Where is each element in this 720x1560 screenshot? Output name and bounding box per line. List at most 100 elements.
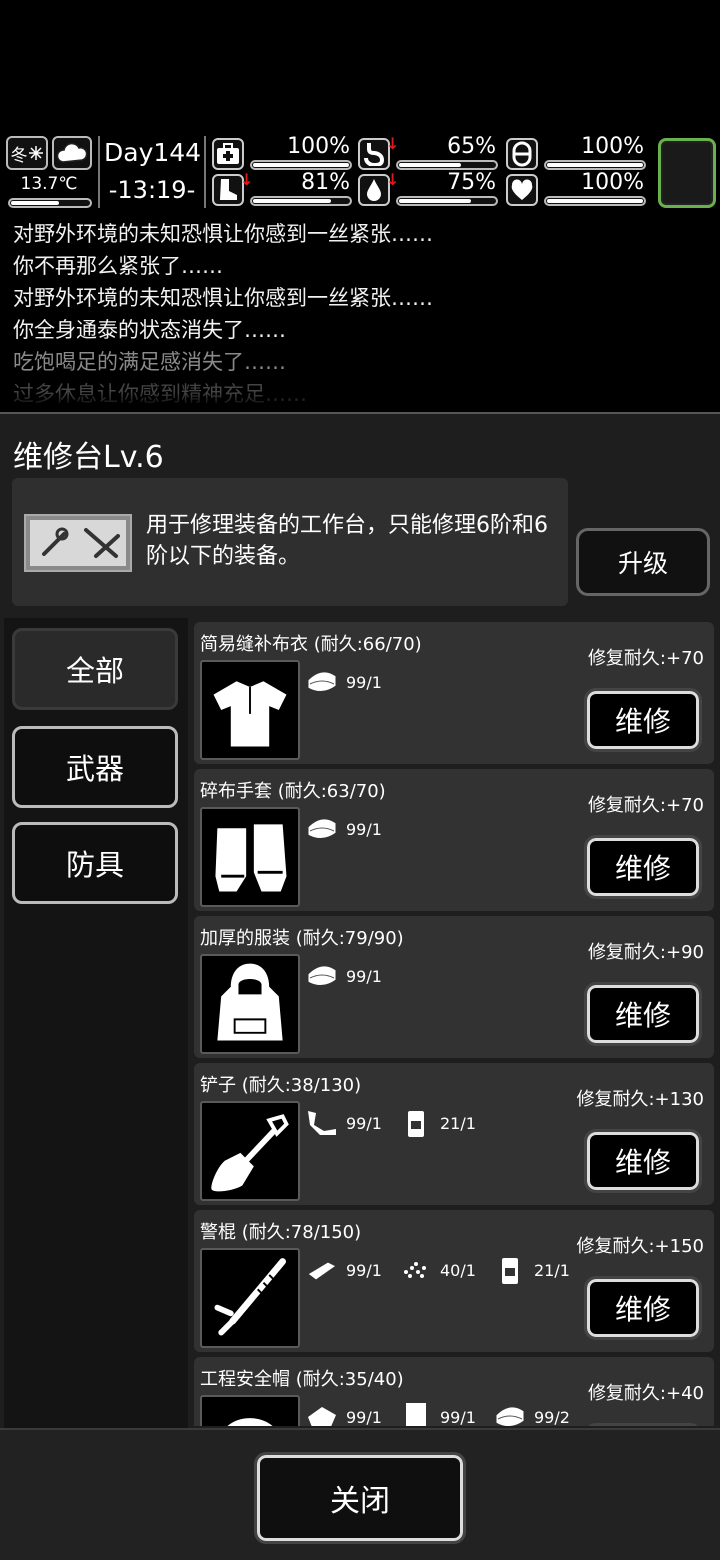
material-count: 99/1 bbox=[346, 672, 382, 692]
repair-button[interactable]: 维修 bbox=[584, 1423, 702, 1426]
material-count: 99/1 bbox=[346, 1407, 382, 1427]
stat-value: 100% bbox=[581, 170, 644, 195]
leather-icon bbox=[308, 1407, 336, 1426]
divider bbox=[204, 136, 206, 208]
stat-health: 100% bbox=[212, 134, 352, 170]
tab-weapons[interactable]: 武器 bbox=[12, 726, 178, 808]
repair-amount: 修复耐久:+70 bbox=[587, 648, 704, 669]
material-count: 99/1 bbox=[346, 819, 382, 839]
repair-item-card: 警棍 (耐久:78/150) 99/1 40/1 21/1 修复耐久:+150 bbox=[194, 1210, 714, 1352]
repair-amount: 修复耐久:+40 bbox=[587, 1383, 704, 1404]
material: 99/1 bbox=[304, 960, 382, 992]
stat-bar-fill bbox=[399, 199, 471, 203]
material: 99/2 bbox=[492, 1401, 570, 1426]
repair-amount: 修复耐久:+150 bbox=[576, 1236, 704, 1257]
material: 99/1 bbox=[304, 1254, 382, 1286]
gloves-icon bbox=[200, 807, 300, 907]
oil-can-icon bbox=[408, 1111, 424, 1137]
stat-value: 65% bbox=[447, 134, 496, 159]
stat-thirst: ↓ 75% bbox=[358, 170, 498, 206]
cloth-icon bbox=[307, 965, 337, 986]
stat-bar-fill bbox=[547, 163, 643, 167]
stat-value: 100% bbox=[581, 134, 644, 159]
status-hud: 冬 13.7℃ Day144 -13:19- 100% ↓ 65% 100% ↓… bbox=[0, 132, 720, 212]
item-name: 碎布手套 (耐久:63/70) bbox=[200, 781, 386, 802]
temperature-bar bbox=[8, 198, 92, 208]
item-name: 警棍 (耐久:78/150) bbox=[200, 1222, 362, 1243]
baton-icon bbox=[200, 1248, 300, 1348]
material-count: 40/1 bbox=[440, 1260, 476, 1280]
stat-bar-fill bbox=[253, 199, 331, 203]
cloth-icon bbox=[307, 818, 337, 839]
equipped-slot[interactable] bbox=[658, 138, 716, 208]
bench-description: 用于修理装备的工作台，只能修理6阶和6阶以下的装备。 bbox=[146, 513, 548, 569]
workbench-icon bbox=[24, 514, 132, 572]
temperature-bar-fill bbox=[11, 201, 59, 205]
panel-footer: 关闭 bbox=[0, 1428, 720, 1560]
shovel-icon bbox=[200, 1101, 300, 1201]
stat-stamina: ↓ 81% bbox=[212, 170, 352, 206]
stat-bar-fill bbox=[547, 199, 643, 203]
repair-button[interactable]: 维修 bbox=[584, 688, 702, 752]
scrap-icon bbox=[404, 1262, 426, 1278]
stat-bar bbox=[396, 160, 498, 170]
divider bbox=[98, 136, 100, 208]
whetstone-icon bbox=[307, 1261, 337, 1281]
stat-hunger: ↓ 65% bbox=[358, 134, 498, 170]
repair-button[interactable]: 维修 bbox=[584, 982, 702, 1046]
stat-value: 100% bbox=[287, 134, 350, 159]
log-line: 对野外环境的未知恐惧让你感到一丝紧张…… bbox=[13, 286, 433, 310]
material-count: 21/1 bbox=[440, 1113, 476, 1133]
log-fade bbox=[0, 392, 720, 408]
close-button[interactable]: 关闭 bbox=[254, 1452, 466, 1544]
season-label: 冬 bbox=[10, 145, 28, 166]
stat-value: 81% bbox=[301, 170, 350, 195]
heart-icon bbox=[506, 174, 538, 206]
material: 21/1 bbox=[492, 1254, 570, 1286]
repair-item-card: 加厚的服装 (耐久:79/90) 99/1 修复耐久:+90 维修 bbox=[194, 916, 714, 1058]
repair-amount: 修复耐久:+70 bbox=[587, 795, 704, 816]
material: 99/1 bbox=[304, 666, 382, 698]
repair-item-card: 工程安全帽 (耐久:35/40) 99/1 99/1 99/2 修复耐久:+40 bbox=[194, 1357, 714, 1426]
season-indicator: 冬 bbox=[6, 136, 48, 170]
falling-arrow-icon: ↓ bbox=[240, 170, 254, 189]
repair-button[interactable]: 维修 bbox=[584, 1276, 702, 1340]
cloud-icon bbox=[52, 136, 92, 170]
message-log: 对野外环境的未知恐惧让你感到一丝紧张…… 你不再那么紧张了…… 对野外环境的未知… bbox=[0, 218, 720, 408]
fabric-icon bbox=[406, 1403, 426, 1426]
repair-item-card: 铲子 (耐久:38/130) 99/1 21/1 修复耐久:+130 维修 bbox=[194, 1063, 714, 1205]
medkit-icon bbox=[212, 138, 244, 170]
helmet-icon bbox=[200, 1395, 300, 1426]
oil-can-icon bbox=[502, 1258, 518, 1284]
material: 99/1 bbox=[304, 813, 382, 845]
repair-amount: 修复耐久:+90 bbox=[587, 942, 704, 963]
material: 99/1 bbox=[304, 1107, 382, 1139]
stat-bar bbox=[250, 160, 352, 170]
temperature-readout: 13.7℃ bbox=[20, 174, 78, 194]
stat-bar bbox=[544, 196, 646, 206]
repair-item-card: 碎布手套 (耐久:63/70) 99/1 修复耐久:+70 维修 bbox=[194, 769, 714, 911]
repair-amount: 修复耐久:+130 bbox=[576, 1089, 704, 1110]
game-screen: 冬 13.7℃ Day144 -13:19- 100% ↓ 65% 100% ↓… bbox=[0, 0, 720, 1560]
tab-all[interactable]: 全部 bbox=[12, 628, 178, 710]
repair-item-list: 简易缝补布衣 (耐久:66/70) 99/1 修复耐久:+70 维修 碎布手套 … bbox=[192, 618, 716, 1426]
bench-description-card: 用于修理装备的工作台，只能修理6阶和6阶以下的装备。 bbox=[12, 478, 568, 606]
stat-bar bbox=[396, 196, 498, 206]
cloth-icon bbox=[307, 671, 337, 692]
stat-mood: 100% bbox=[506, 170, 646, 206]
material: 99/1 bbox=[398, 1401, 476, 1426]
falling-arrow-icon: ↓ bbox=[386, 170, 400, 189]
item-name: 简易缝补布衣 (耐久:66/70) bbox=[200, 634, 422, 655]
stat-bar bbox=[250, 196, 352, 206]
material: 40/1 bbox=[398, 1254, 476, 1286]
upgrade-button[interactable]: 升级 bbox=[576, 528, 710, 596]
stat-bar bbox=[544, 160, 646, 170]
pill-icon bbox=[506, 138, 538, 170]
shirt-icon bbox=[200, 660, 300, 760]
stat-bar-fill bbox=[253, 163, 349, 167]
repair-button[interactable]: 维修 bbox=[584, 1129, 702, 1193]
material-count: 99/1 bbox=[440, 1407, 476, 1427]
snowflake-icon bbox=[28, 146, 43, 160]
repair-button[interactable]: 维修 bbox=[584, 835, 702, 899]
tab-armor[interactable]: 防具 bbox=[12, 822, 178, 904]
